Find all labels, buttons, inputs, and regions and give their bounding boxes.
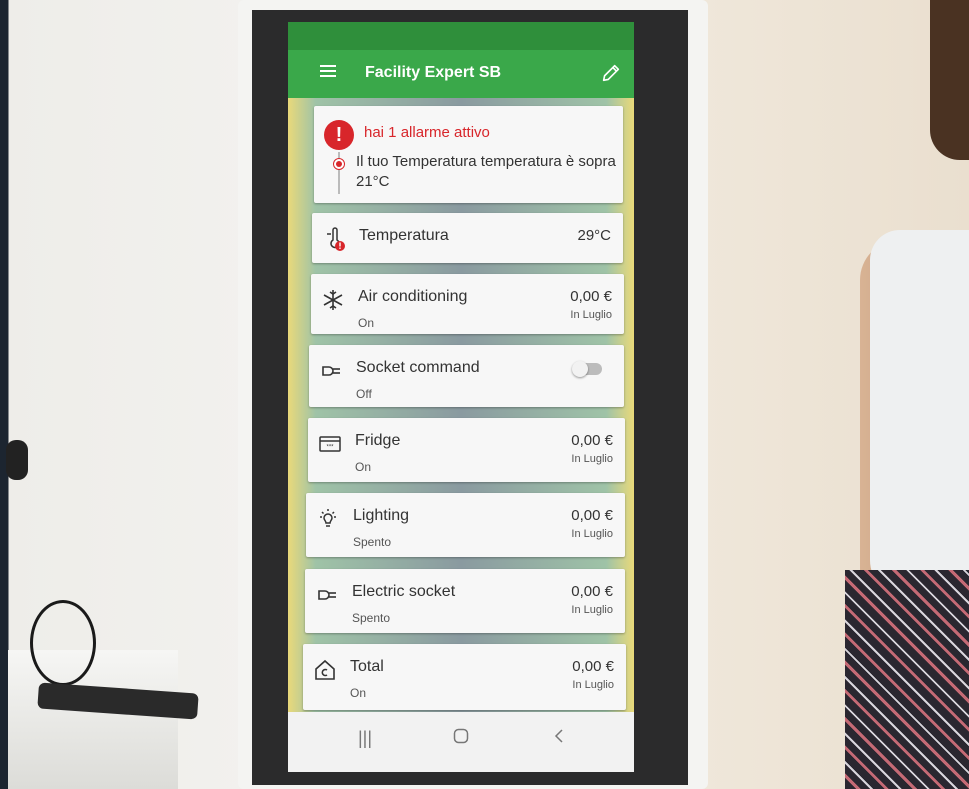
background-device — [6, 440, 28, 480]
alarm-icon: ! — [324, 120, 354, 150]
device-card-fridge[interactable]: *** Fridge On 0,00 € In Luglio — [308, 418, 625, 482]
light-bulb-icon — [320, 509, 336, 527]
alarm-card[interactable]: ! hai 1 allarme attivo Il tuo Temperatur… — [314, 106, 623, 203]
device-period: In Luglio — [572, 679, 614, 691]
device-value: 0,00 € — [570, 288, 612, 305]
socket-toggle[interactable] — [572, 361, 602, 377]
device-period: In Luglio — [571, 604, 613, 616]
device-status: On — [358, 316, 375, 330]
back-icon[interactable] — [544, 728, 574, 752]
device-card-lighting[interactable]: Lighting Spento 0,00 € In Luglio — [306, 493, 625, 557]
app-title: Facility Expert SB — [365, 64, 502, 81]
fridge-icon: *** — [319, 436, 341, 452]
home-icon — [315, 659, 335, 680]
device-value: 0,00 € — [572, 658, 614, 675]
device-status: On — [355, 460, 372, 474]
device-period: In Luglio — [570, 309, 612, 321]
navigation-bar: ||| — [288, 712, 634, 772]
background-person-top — [870, 230, 969, 600]
background-cable — [30, 600, 96, 686]
device-value: 29°C — [577, 227, 611, 244]
device-name: Fridge — [355, 432, 401, 449]
device-card-socket-command[interactable]: Socket command Off — [309, 345, 624, 407]
menu-icon[interactable] — [320, 65, 336, 77]
alarm-dot-icon — [333, 158, 345, 170]
background-person-pants — [845, 570, 969, 789]
device-card-total[interactable]: Total On 0,00 € In Luglio — [303, 644, 626, 710]
device-period: In Luglio — [571, 453, 613, 465]
device-card-temperatura[interactable]: Temperatura 29°C — [312, 213, 623, 263]
snowflake-icon — [323, 290, 343, 310]
svg-text:***: *** — [326, 445, 334, 451]
device-name: Air conditioning — [358, 288, 468, 305]
thermometer-alert-icon — [327, 227, 345, 251]
device-status: Spento — [353, 535, 392, 549]
alarm-message: Il tuo Temperatura temperatura è sopra 2… — [356, 153, 616, 190]
background-desk — [8, 650, 178, 789]
pencil-icon[interactable] — [600, 62, 622, 84]
recent-apps-icon[interactable]: ||| — [350, 728, 380, 752]
device-status: On — [350, 686, 367, 700]
device-value: 0,00 € — [571, 507, 613, 524]
device-status: Off — [356, 387, 372, 401]
device-card-electric-socket[interactable]: Electric socket Spento 0,00 € In Luglio — [305, 569, 625, 633]
device-period: In Luglio — [571, 528, 613, 540]
device-card-air-conditioning[interactable]: Air conditioning On 0,00 € In Luglio — [311, 274, 624, 334]
device-screen: Facility Expert SB ! hai 1 allarme attiv… — [288, 22, 634, 772]
device-status: Spento — [352, 611, 391, 625]
device-name: Total — [350, 658, 384, 675]
home-button-icon[interactable] — [446, 728, 476, 752]
background-person-hair — [930, 0, 969, 160]
device-name: Lighting — [353, 507, 410, 524]
device-name: Temperatura — [359, 227, 449, 244]
device-value: 0,00 € — [571, 583, 613, 600]
alarm-title: hai 1 allarme attivo — [364, 124, 490, 141]
device-name: Electric socket — [352, 583, 456, 600]
plug-icon — [318, 590, 336, 600]
status-bar — [288, 22, 634, 50]
app-bar: Facility Expert SB — [288, 50, 634, 98]
device-value: 0,00 € — [571, 432, 613, 449]
device-name: Socket command — [356, 359, 480, 376]
plug-icon — [322, 366, 340, 376]
